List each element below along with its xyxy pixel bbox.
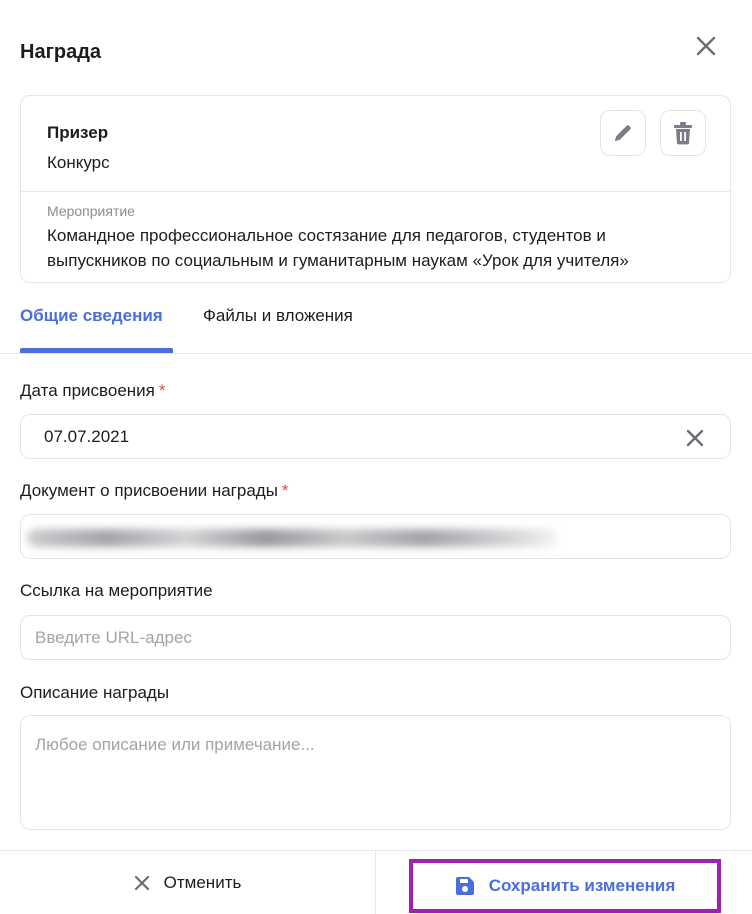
trash-icon [674, 122, 692, 145]
date-value: 07.07.2021 [44, 427, 130, 446]
date-label-text: Дата присвоения [20, 381, 155, 400]
award-type: Конкурс [47, 153, 110, 172]
description-placeholder: Любое описание или примечание... [35, 735, 315, 754]
save-label: Сохранить изменения [488, 876, 676, 895]
date-field[interactable]: 07.07.2021 [20, 414, 731, 459]
event-label: Мероприятие [47, 203, 135, 219]
required-mark: * [158, 381, 166, 400]
cancel-label: Отменить [163, 873, 242, 892]
tab-files-attachments[interactable]: Файлы и вложения [203, 306, 353, 326]
event-text: Командное профессиональное состязание дл… [47, 226, 629, 270]
event-link-input[interactable]: Введите URL-адрес [20, 615, 731, 660]
blurred-document-value [27, 529, 557, 547]
cancel-button[interactable]: Отменить [0, 851, 375, 914]
required-mark: * [281, 481, 289, 500]
event-link-placeholder: Введите URL-адрес [35, 628, 192, 647]
dialog-title: Награда [20, 41, 102, 63]
delete-button[interactable] [660, 110, 706, 156]
save-icon [455, 877, 474, 895]
award-name: Призер [47, 123, 109, 142]
edit-button[interactable] [600, 110, 646, 156]
document-label: Документ о присвоении награды * [20, 481, 289, 501]
active-tab-indicator [20, 348, 173, 353]
award-card: Призер Конкурс Мероприятие Командное про… [20, 95, 731, 283]
tabs: Общие сведения Файлы и вложения [0, 300, 752, 354]
close-icon [696, 36, 716, 56]
dialog-header: Награда [0, 0, 752, 96]
document-label-text: Документ о присвоении награды [20, 481, 278, 500]
event-link-label: Ссылка на мероприятие [20, 581, 213, 600]
dialog-footer: Отменить Сохранить изменения [0, 850, 752, 914]
description-label: Описание награды [20, 683, 170, 702]
pencil-icon [615, 125, 631, 141]
footer-divider [375, 851, 376, 914]
close-button[interactable] [690, 30, 722, 62]
tab-general-info[interactable]: Общие сведения [20, 306, 163, 326]
description-textarea[interactable]: Любое описание или примечание... [20, 715, 731, 830]
close-icon [134, 875, 149, 891]
clear-date-button[interactable] [683, 426, 707, 450]
clear-icon [686, 429, 704, 447]
award-summary: Призер Конкурс [21, 96, 730, 192]
document-field[interactable] [20, 514, 731, 559]
date-label: Дата присвоения * [20, 381, 166, 401]
save-button[interactable]: Сохранить изменения [409, 859, 721, 913]
